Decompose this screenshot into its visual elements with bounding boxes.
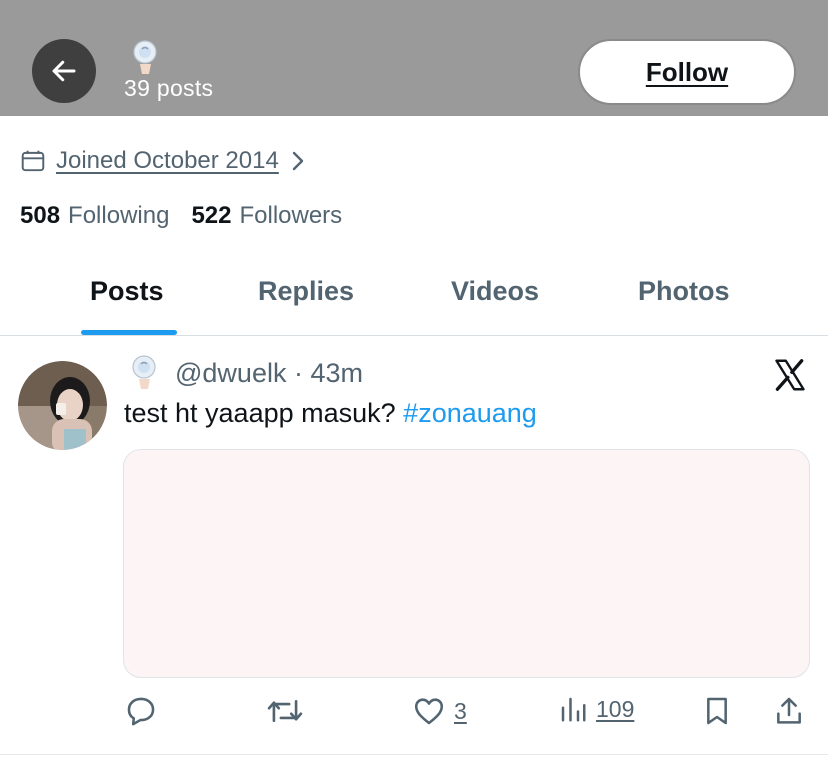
repost-icon — [267, 699, 303, 723]
heart-icon — [414, 698, 444, 725]
post-author-handle[interactable]: @dwuelk — [175, 358, 286, 388]
tab-photos[interactable]: Photos — [638, 276, 730, 307]
joined-date-text: Joined October 2014 — [56, 147, 279, 174]
bookmark-icon — [707, 697, 727, 725]
like-button[interactable]: 3 — [412, 694, 467, 728]
following-link[interactable]: 508 Following — [20, 202, 169, 230]
arrow-left-icon — [52, 60, 76, 82]
calendar-icon — [21, 150, 45, 172]
analytics-icon — [561, 697, 586, 722]
views-count: 109 — [596, 695, 635, 722]
views-button[interactable]: 109 — [558, 694, 634, 724]
followers-link[interactable]: 522 Followers — [191, 202, 342, 230]
following-label: Following — [68, 202, 170, 229]
hashtag-link[interactable]: #zonauang — [403, 398, 537, 428]
tab-videos[interactable]: Videos — [451, 276, 539, 307]
header-avatar-emoji-icon — [133, 40, 157, 74]
follow-button[interactable]: Follow — [578, 39, 796, 105]
post-meta: @dwuelk · 43m — [175, 358, 363, 389]
author-emoji-icon — [132, 355, 156, 389]
joined-date-link[interactable]: Joined October 2014 — [20, 144, 307, 178]
following-count: 508 — [20, 202, 61, 229]
x-logo-icon — [775, 359, 805, 391]
back-button[interactable] — [32, 39, 96, 103]
tab-posts[interactable]: Posts — [90, 276, 164, 307]
reply-button[interactable] — [124, 694, 158, 728]
post-actions: 3 109 — [0, 690, 828, 734]
post-body: test ht yaaapp masuk? — [124, 398, 404, 428]
meta-separator: · — [293, 358, 303, 388]
profile-header-bar: 39 posts Follow — [0, 0, 828, 116]
share-icon — [777, 697, 801, 724]
bookmark-button[interactable] — [701, 694, 733, 728]
active-tab-indicator — [81, 330, 177, 335]
tab-replies[interactable]: Replies — [258, 276, 354, 307]
like-count: 3 — [454, 697, 467, 724]
followers-label: Followers — [239, 202, 343, 229]
followers-count: 522 — [191, 202, 232, 229]
post-count: 39 posts — [124, 75, 214, 101]
post-media[interactable] — [123, 449, 810, 678]
share-button[interactable] — [773, 694, 805, 728]
chevron-right-icon — [292, 151, 304, 171]
post-author-avatar[interactable] — [18, 361, 107, 450]
profile-tabs: Posts Replies Videos Photos — [0, 256, 828, 336]
post-text: test ht yaaapp masuk? #zonauang — [124, 398, 537, 429]
post-divider — [0, 754, 828, 755]
reply-icon — [127, 697, 155, 726]
follow-stats: 508 Following 522 Followers — [20, 202, 342, 230]
repost-button[interactable] — [267, 694, 303, 728]
post-timestamp[interactable]: 43m — [311, 358, 364, 388]
